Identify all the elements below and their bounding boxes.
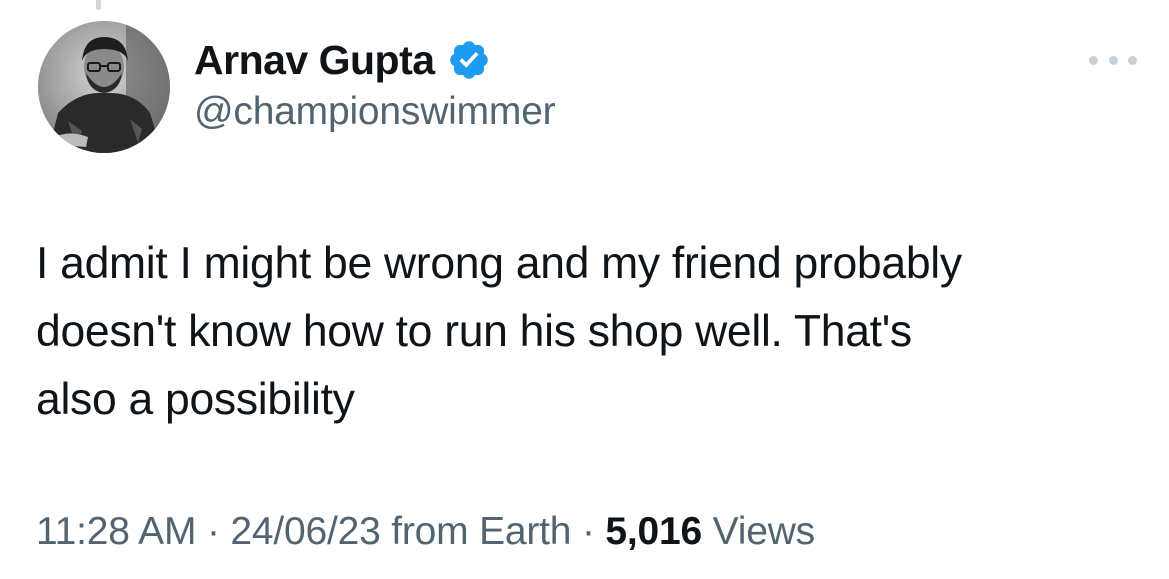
meta-separator: · [206, 510, 220, 553]
more-horizontal-icon[interactable] [1089, 53, 1137, 67]
thread-connector-line [96, 0, 101, 10]
tweet-meta: 11:28 AM · 24/06/23 from Earth · 5,016 V… [36, 510, 815, 554]
avatar[interactable] [38, 21, 170, 153]
more-dot [1128, 55, 1137, 65]
avatar-photo [38, 21, 170, 153]
views-count[interactable]: 5,016 [605, 510, 702, 553]
more-dot [1108, 55, 1118, 65]
author-handle[interactable]: @championswimmer [194, 90, 556, 134]
tweet-text-line: I admit I might be wrong and my friend p… [36, 239, 962, 288]
tweet-time[interactable]: 11:28 AM [36, 510, 196, 553]
verified-badge-icon [449, 41, 488, 79]
meta-separator: · [581, 510, 595, 553]
tweet-date[interactable]: 24/06/23 [230, 510, 380, 553]
tweet-author: Arnav Gupta @championswimmer [194, 32, 556, 134]
author-display-name[interactable]: Arnav Gupta [194, 37, 435, 84]
views-label: Views [712, 510, 816, 553]
more-dot [1089, 55, 1098, 65]
tweet-source: from Earth [391, 510, 572, 553]
tweet-text: I admit I might be wrong and my friend p… [36, 230, 1146, 434]
tweet-text-line: also a possibility [36, 375, 355, 424]
tweet-text-line: doesn't know how to run his shop well. T… [36, 307, 912, 356]
author-name-row: Arnav Gupta [194, 32, 555, 88]
